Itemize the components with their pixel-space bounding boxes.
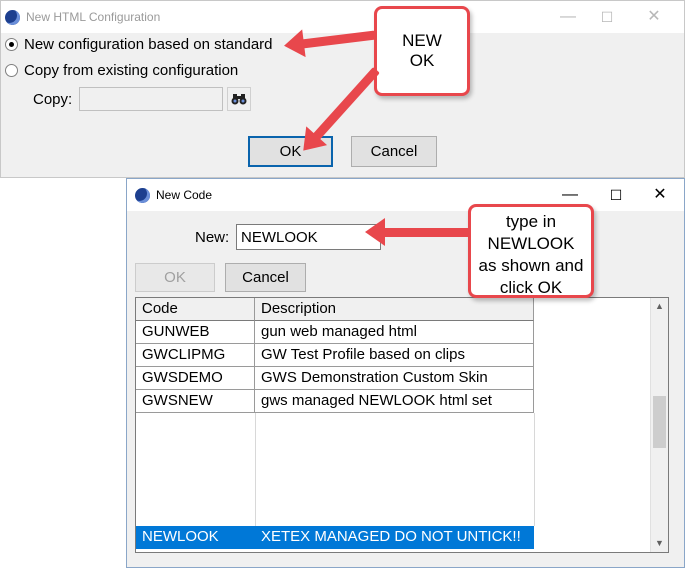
table-row[interactable]: GWCLIPMG GW Test Profile based on clips: [136, 344, 534, 367]
callout2-line3: as shown and: [478, 256, 584, 275]
callout-type-newlook: type in NEWLOOK as shown and click OK: [468, 204, 594, 298]
binoculars-icon: [231, 94, 247, 105]
app-logo-icon: [5, 9, 20, 25]
option-standard[interactable]: New configuration based on standard: [5, 36, 273, 53]
dialog1-titlebar: New HTML Configuration — ☐ ✕: [1, 1, 684, 33]
row-code: GUNWEB: [136, 321, 255, 344]
app-logo-icon: [135, 187, 150, 203]
table-row[interactable]: GUNWEB gun web managed html: [136, 321, 534, 344]
table-row[interactable]: GWSDEMO GWS Demonstration Custom Skin: [136, 367, 534, 390]
row-code: NEWLOOK: [136, 526, 255, 549]
scroll-down-icon[interactable]: ▼: [651, 535, 668, 552]
callout2-line2: NEWLOOK: [487, 234, 575, 253]
cancel-button[interactable]: Cancel: [351, 136, 437, 167]
callout2-line1: type in: [505, 212, 557, 231]
row-code: GWSDEMO: [136, 367, 255, 390]
scrollbar-thumb[interactable]: [653, 396, 666, 448]
radio-copy[interactable]: [5, 64, 18, 77]
radio-standard[interactable]: [5, 38, 18, 51]
row-code: GWCLIPMG: [136, 344, 255, 367]
column-divider: [534, 413, 535, 526]
row-description: GW Test Profile based on clips: [255, 344, 534, 367]
callout2-line4: click OK: [499, 278, 563, 297]
codes-table: Code Description GUNWEB gun web managed …: [135, 297, 669, 553]
maximize-icon[interactable]: ☐: [592, 5, 622, 29]
table-header: Code Description: [136, 298, 534, 321]
new-label: New:: [195, 229, 230, 246]
row-description: XETEX MANAGED DO NOT UNTICK!!: [255, 526, 534, 549]
option-copy-label: Copy from existing configuration: [24, 62, 239, 79]
copy-label: Copy:: [33, 91, 73, 108]
column-divider: [255, 413, 256, 526]
callout-new-ok: NEW OK: [374, 6, 470, 96]
table-row[interactable]: GWSNEW gws managed NEWLOOK html set: [136, 390, 534, 413]
table-row-selected[interactable]: NEWLOOK XETEX MANAGED DO NOT UNTICK!!: [136, 526, 534, 549]
column-header-code[interactable]: Code: [136, 298, 255, 321]
cancel-button[interactable]: Cancel: [225, 263, 306, 292]
option-copy[interactable]: Copy from existing configuration: [5, 62, 238, 79]
maximize-icon[interactable]: ☐: [601, 183, 631, 207]
column-header-description[interactable]: Description: [255, 298, 534, 321]
callout1-line2: OK: [409, 51, 435, 70]
close-icon[interactable]: ✕: [645, 183, 675, 207]
callout1-line1: NEW: [402, 31, 442, 50]
row-description: gun web managed html: [255, 321, 534, 344]
arrow-to-new-code-input: [365, 218, 471, 246]
row-code: GWSNEW: [136, 390, 255, 413]
browse-button[interactable]: [227, 87, 251, 111]
row-description: GWS Demonstration Custom Skin: [255, 367, 534, 390]
row-description: gws managed NEWLOOK html set: [255, 390, 534, 413]
scroll-up-icon[interactable]: ▲: [651, 298, 668, 315]
dialog1-title: New HTML Configuration: [26, 10, 161, 24]
ok-button[interactable]: OK: [135, 263, 215, 292]
dialog2-title: New Code: [156, 188, 213, 202]
new-code-input[interactable]: [236, 224, 381, 250]
close-icon[interactable]: ✕: [639, 5, 669, 29]
copy-field[interactable]: [79, 87, 223, 111]
option-standard-label: New configuration based on standard: [24, 36, 273, 53]
table-scrollbar[interactable]: ▲ ▼: [650, 298, 668, 552]
minimize-icon[interactable]: —: [553, 5, 583, 29]
new-html-configuration-dialog: New HTML Configuration — ☐ ✕ New configu…: [0, 0, 685, 178]
dialog2-titlebar: New Code — ☐ ✕: [127, 179, 684, 211]
